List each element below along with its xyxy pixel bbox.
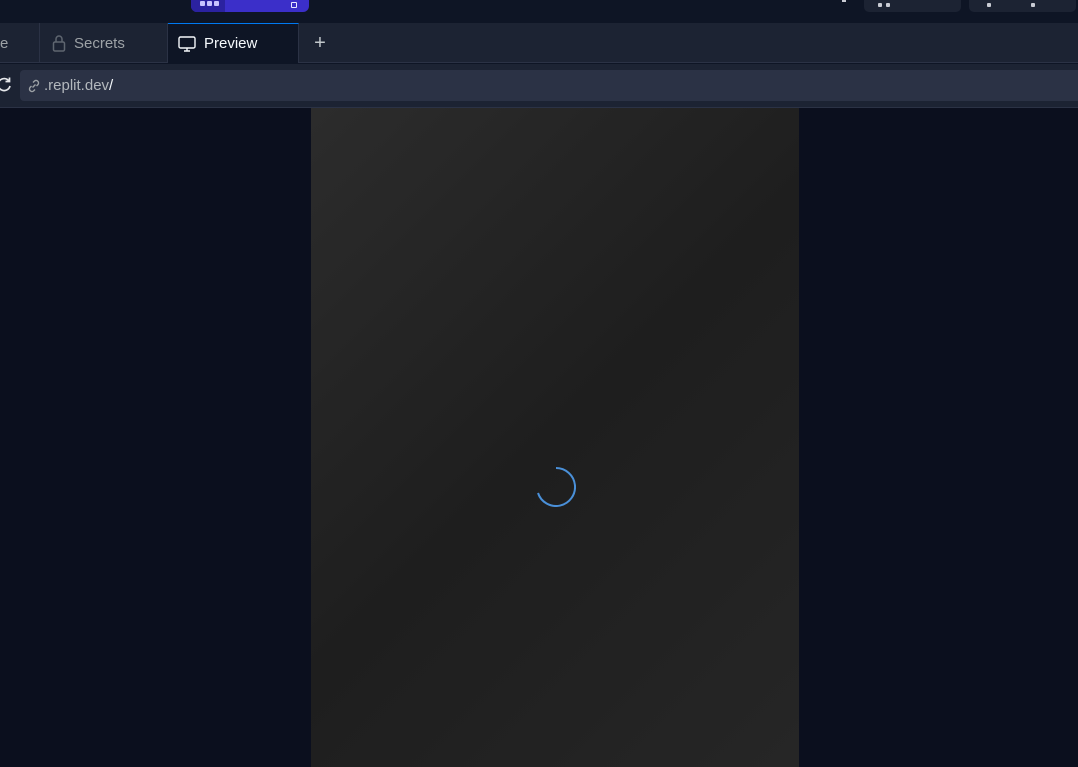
tab-bar: e Secrets Preview [0,23,1078,63]
lock-icon [52,34,66,52]
loading-spinner-icon [536,467,577,507]
top-bar-button-icon [987,3,991,7]
tab-secrets[interactable]: Secrets [40,23,168,63]
reload-icon[interactable] [0,75,14,95]
run-button[interactable] [191,0,309,12]
top-bar-button-icon [1031,3,1035,7]
url-input[interactable]: .replit.dev / [20,70,1078,101]
run-menu-button[interactable] [191,0,225,12]
add-tab-button[interactable]: + [309,30,331,56]
run-dots-icon [200,1,219,6]
top-bar-button-icon [886,3,890,7]
tab-label: Preview [204,35,258,52]
run-icon [291,2,297,8]
top-bar [0,0,1078,23]
preview-pane [0,108,1078,767]
plus-icon: + [314,31,326,54]
top-bar-button[interactable] [969,0,1076,12]
tab-label: e [0,34,9,52]
tab-cropped[interactable]: e [0,23,40,63]
tab-preview[interactable]: Preview [168,23,299,63]
device-frame [311,108,799,767]
link-icon [26,78,42,94]
tab-label: Secrets [74,34,125,52]
top-bar-button-icon [878,3,882,7]
url-path: / [109,77,114,94]
monitor-icon [178,35,196,52]
top-bar-icon[interactable] [842,0,846,2]
top-bar-button[interactable] [864,0,961,12]
url-bar: .replit.dev / [0,64,1078,108]
url-domain: .replit.dev [44,77,110,94]
